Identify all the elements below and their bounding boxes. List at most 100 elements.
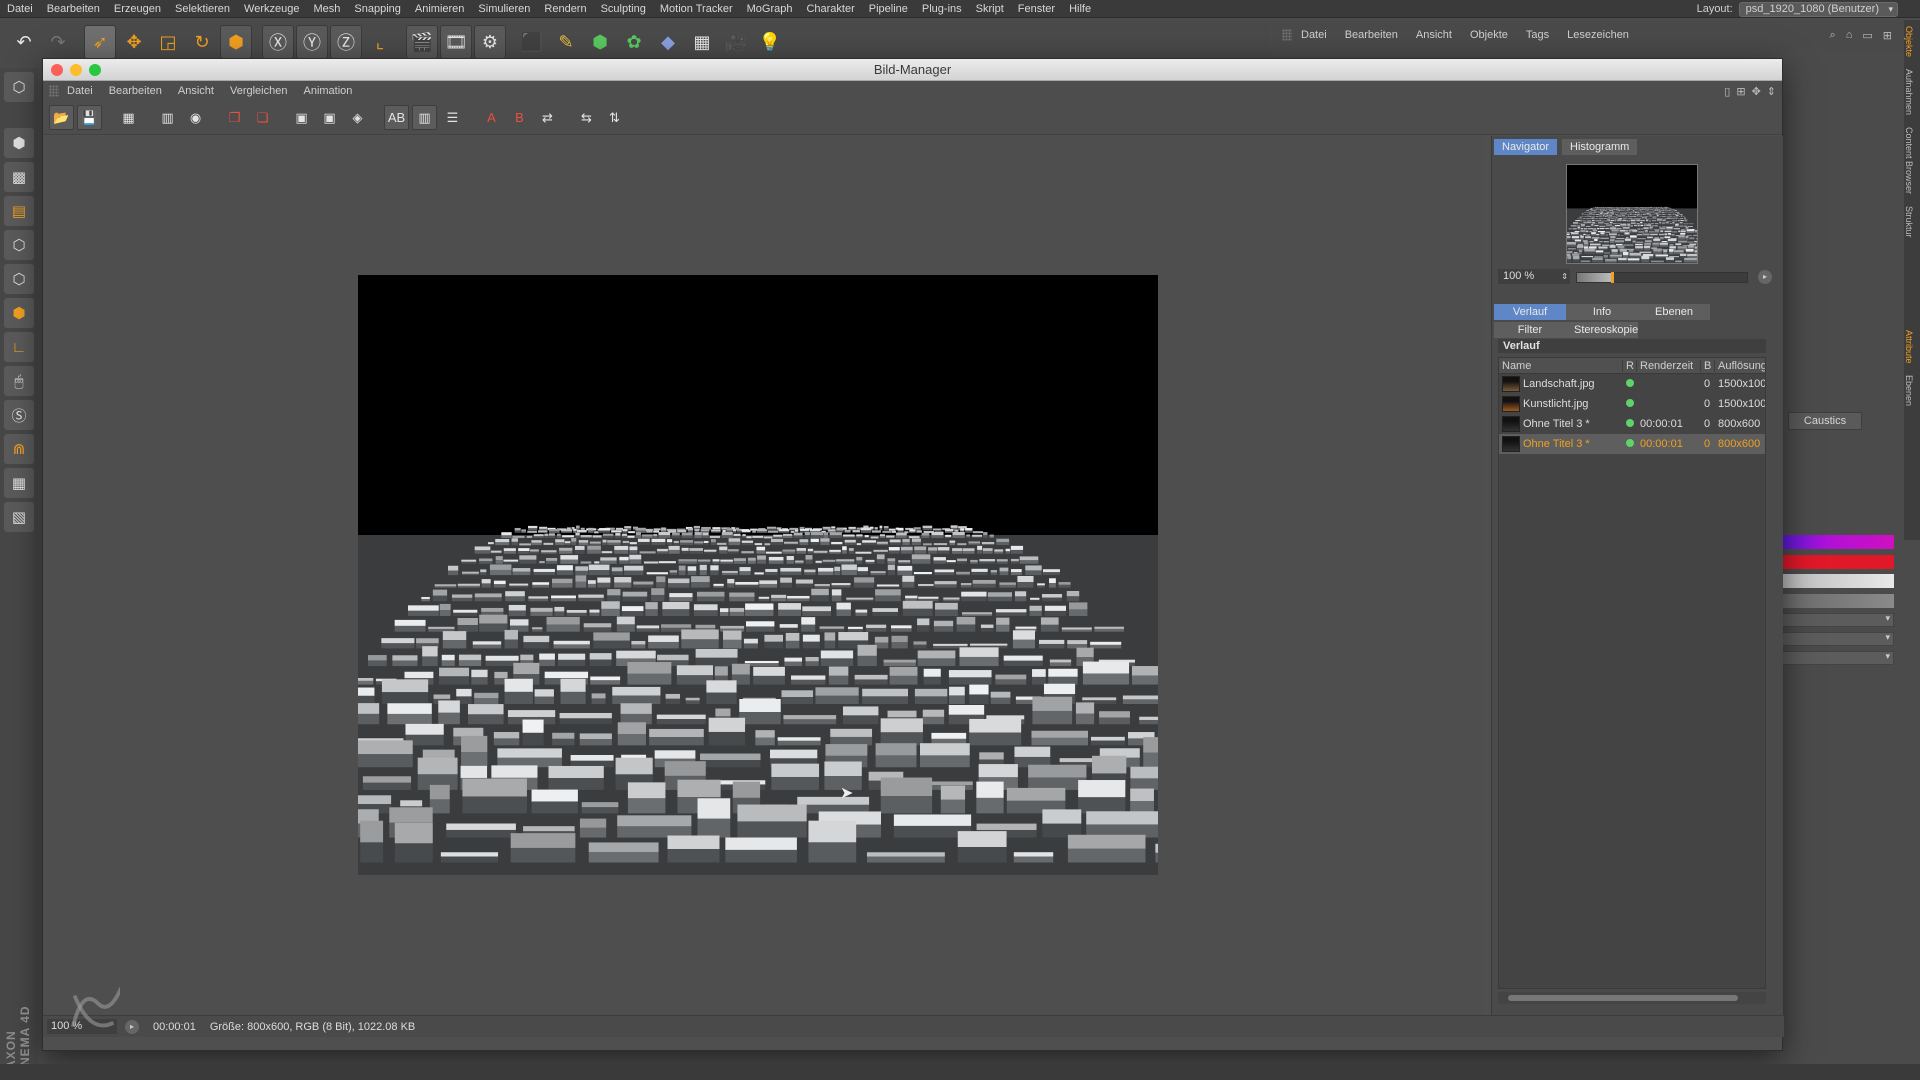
fit-icon[interactable]: ⊞ xyxy=(1736,85,1745,98)
planar-workplane-icon[interactable]: ▧ xyxy=(4,502,34,532)
menu-mograph[interactable]: MoGraph xyxy=(740,3,800,15)
histogram-icon[interactable]: ▥ xyxy=(155,105,180,130)
copy-red-icon[interactable]: ❐ xyxy=(222,105,247,130)
magnet-icon[interactable]: ⋒ xyxy=(4,434,34,464)
column-header-3[interactable]: B xyxy=(1701,359,1715,372)
side-tab-ebenen[interactable]: Ebenen xyxy=(1904,369,1914,412)
image-canvas[interactable] xyxy=(43,136,1483,1015)
render-settings-icon[interactable]: ⚙ xyxy=(474,25,506,59)
play-icon[interactable]: ▸ xyxy=(125,1019,139,1034)
menu-rendern[interactable]: Rendern xyxy=(537,3,593,15)
zoom-slider-knob[interactable] xyxy=(1611,272,1614,283)
color-swatch-purple[interactable] xyxy=(1782,535,1894,549)
menu-sculpting[interactable]: Sculpting xyxy=(594,3,653,15)
menu-mesh[interactable]: Mesh xyxy=(306,3,347,15)
tweak-mode-icon[interactable]: 🖱 xyxy=(4,366,34,396)
maximize-icon[interactable]: ⊞ xyxy=(1883,29,1892,42)
scrollbar-knob[interactable] xyxy=(1508,995,1738,1001)
workplane-icon[interactable]: ▤ xyxy=(4,196,34,226)
move-tool-icon[interactable]: ✥ xyxy=(118,25,150,59)
axis-mode-icon[interactable]: ∟ xyxy=(4,332,34,362)
side-tab-struktur[interactable]: Struktur xyxy=(1904,200,1914,244)
history-row[interactable]: Landschaft.jpg 0 1500x1000 xyxy=(1499,374,1765,394)
text-icon[interactable]: ☰ xyxy=(440,105,465,130)
layout-dropdown[interactable]: psd_1920_1080 (Benutzer) xyxy=(1738,1,1898,17)
flip-v-icon[interactable]: ⇅ xyxy=(602,105,627,130)
side-tab-attribute[interactable]: Attribute xyxy=(1904,324,1914,370)
history-row[interactable]: Ohne Titel 3 * 00:00:01 0 800x600 xyxy=(1499,434,1765,454)
tab-histogramm[interactable]: Histogramm xyxy=(1562,139,1638,155)
menu-plug-ins[interactable]: Plug-ins xyxy=(915,3,969,15)
subdivision-icon[interactable]: ⬢ xyxy=(584,25,616,59)
model-mode-icon[interactable]: ⬢ xyxy=(4,128,34,158)
expand-icon[interactable]: ⇕ xyxy=(1767,85,1776,98)
tab-navigator[interactable]: Navigator xyxy=(1494,139,1558,155)
last-tool-icon[interactable]: ⬢ xyxy=(220,25,252,59)
split-icon[interactable]: ▥ xyxy=(412,105,437,130)
objmgr-menu-ansicht[interactable]: Ansicht xyxy=(1407,29,1461,41)
flip-h-icon[interactable]: ⇆ xyxy=(574,105,599,130)
floor-icon[interactable]: ▦ xyxy=(686,25,718,59)
attribute-dropdown-3[interactable] xyxy=(1782,651,1894,665)
menu-animieren[interactable]: Animieren xyxy=(408,3,472,15)
window-menu-datei[interactable]: Datei xyxy=(59,85,101,97)
swap-icon[interactable]: ⇄ xyxy=(535,105,560,130)
cube-icon[interactable]: ⬛ xyxy=(516,25,548,59)
menu-erzeugen[interactable]: Erzeugen xyxy=(107,3,168,15)
snap-icon[interactable]: Ⓢ xyxy=(4,400,34,430)
history-row[interactable]: Ohne Titel 3 * 00:00:01 0 800x600 xyxy=(1499,414,1765,434)
tab-stereoskopie[interactable]: Stereoskopie xyxy=(1566,322,1638,338)
window-menu-ansicht[interactable]: Ansicht xyxy=(170,85,222,97)
window-menu-animation[interactable]: Animation xyxy=(295,85,360,97)
color-swatch-white[interactable] xyxy=(1782,574,1894,588)
menu-hilfe[interactable]: Hilfe xyxy=(1062,3,1098,15)
z-axis-icon[interactable]: Ⓩ xyxy=(330,25,362,59)
history-horizontal-scrollbar[interactable] xyxy=(1498,992,1766,1004)
menu-charakter[interactable]: Charakter xyxy=(799,3,861,15)
history-row[interactable]: Kunstlicht.jpg 0 1500x1000 xyxy=(1499,394,1765,414)
texture-mode-icon[interactable]: ▩ xyxy=(4,162,34,192)
navigator-thumbnail[interactable] xyxy=(1566,164,1698,264)
column-header-2[interactable]: Renderzeit xyxy=(1637,359,1701,372)
x-axis-icon[interactable]: Ⓧ xyxy=(262,25,294,59)
pan-icon[interactable]: ✥ xyxy=(1752,85,1761,98)
menu-snapping[interactable]: Snapping xyxy=(347,3,408,15)
mark-b-icon[interactable]: B xyxy=(507,105,532,130)
navigator-zoom-field[interactable]: 100 % xyxy=(1498,269,1570,284)
select-tool-icon[interactable]: ➶ xyxy=(84,25,116,59)
search-icon[interactable]: ⌕ xyxy=(1830,29,1836,42)
camera-icon[interactable]: 🎥 xyxy=(720,25,752,59)
compare-a-icon[interactable]: ▣ xyxy=(289,105,314,130)
minimize-icon[interactable]: ▭ xyxy=(1862,29,1872,42)
compare-b-icon[interactable]: ▣ xyxy=(317,105,342,130)
menu-selektieren[interactable]: Selektieren xyxy=(168,3,237,15)
objmgr-menu-lesezeichen[interactable]: Lesezeichen xyxy=(1558,29,1638,41)
menu-werkzeuge[interactable]: Werkzeuge xyxy=(237,3,306,15)
redo-icon[interactable]: ↷ xyxy=(42,25,74,59)
points-mode-icon[interactable]: ⬡ xyxy=(4,230,34,260)
panel-toggle-icon[interactable]: ▯ xyxy=(1724,85,1730,98)
home-icon[interactable]: ⌂ xyxy=(1846,29,1853,42)
attribute-dropdown-1[interactable] xyxy=(1782,613,1894,627)
y-axis-icon[interactable]: Ⓨ xyxy=(296,25,328,59)
menu-fenster[interactable]: Fenster xyxy=(1011,3,1062,15)
save-icon[interactable]: 💾 xyxy=(77,105,102,130)
window-menu-bearbeiten[interactable]: Bearbeiten xyxy=(101,85,170,97)
coordinate-system-icon[interactable]: ⌞ xyxy=(364,25,396,59)
color-swatch-red[interactable] xyxy=(1782,555,1894,569)
side-tab-objekte[interactable]: Objekte xyxy=(1904,20,1914,63)
menu-motion-tracker[interactable]: Motion Tracker xyxy=(653,3,740,15)
rotate-tool-icon[interactable]: ↻ xyxy=(186,25,218,59)
grid-icon[interactable]: ▦ xyxy=(116,105,141,130)
tab-verlauf[interactable]: Verlauf xyxy=(1494,304,1566,320)
menu-pipeline[interactable]: Pipeline xyxy=(862,3,915,15)
tab-filter[interactable]: Filter xyxy=(1494,322,1566,338)
scale-tool-icon[interactable]: ◲ xyxy=(152,25,184,59)
column-header-1[interactable]: R xyxy=(1623,359,1637,372)
caustics-tab[interactable]: Caustics xyxy=(1788,412,1862,430)
tab-ebenen[interactable]: Ebenen xyxy=(1638,304,1710,320)
cloner-icon[interactable]: ✿ xyxy=(618,25,650,59)
open-icon[interactable]: 📂 xyxy=(49,105,74,130)
pen-icon[interactable]: ✎ xyxy=(550,25,582,59)
color-picker-icon[interactable]: ◉ xyxy=(183,105,208,130)
